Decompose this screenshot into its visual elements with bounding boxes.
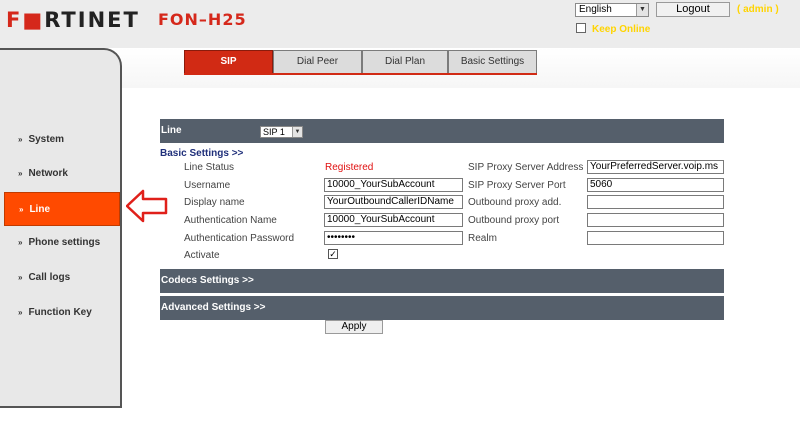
proxy-address-label: SIP Proxy Server Address [468,162,584,173]
bullet-icon: » [19,205,24,214]
tab-underline [184,73,537,75]
auth-password-label: Authentication Password [184,233,295,244]
top-header: F■RTINET FON–H25 English ▼ Logout ( admi… [0,0,800,48]
proxy-address-input[interactable]: YourPreferredServer.voip.ms [587,160,724,174]
sidebar-item-line[interactable]: » Line [4,192,120,226]
tab-dial-plan[interactable]: Dial Plan [362,50,448,73]
keep-online-checkbox[interactable] [576,23,586,33]
line-section-title: Line [161,125,182,136]
language-select[interactable]: English ▼ [575,3,649,17]
display-name-input[interactable]: YourOutboundCallerIDName [324,195,463,209]
bullet-icon: » [18,273,23,282]
bullet-icon: » [18,169,23,178]
sidebar-item-call-logs[interactable]: » Call logs [4,263,122,293]
tab-basic-settings[interactable]: Basic Settings [448,50,537,73]
activate-label: Activate [184,250,220,261]
outbound-proxy-port-input[interactable] [587,213,724,227]
realm-input[interactable] [587,231,724,245]
sidebar-item-network[interactable]: » Network [4,159,122,189]
line-section-header: Line [160,119,724,143]
activate-checkbox[interactable]: ✓ [328,249,338,259]
sidebar-item-phone-settings[interactable]: » Phone settings [4,228,122,258]
arrow-left-icon [126,189,168,223]
realm-label: Realm [468,233,497,244]
tab-sip[interactable]: SIP [184,50,273,73]
line-status-label: Line Status [184,162,235,173]
chevron-down-icon: ▼ [636,4,648,16]
tab-dial-peer[interactable]: Dial Peer [273,50,362,73]
proxy-port-input[interactable]: 5060 [587,178,724,192]
fortinet-logo: F■RTINET [6,8,140,32]
line-select[interactable]: SIP 1 ▼ [260,126,303,138]
auth-password-input[interactable]: •••••••• [324,231,463,245]
device-model: FON–H25 [158,10,247,29]
line-status-value: Registered [325,162,374,173]
keep-online-label: Keep Online [592,24,651,35]
proxy-port-label: SIP Proxy Server Port [468,180,566,191]
apply-button[interactable]: Apply [325,320,383,334]
keep-online-option[interactable]: Keep Online [576,23,650,35]
username-label: Username [184,180,231,191]
line-select-value: SIP 1 [263,127,285,137]
logout-button[interactable]: Logout [656,2,730,17]
sidebar: » System » Network » Line » Phone settings »… [0,48,122,408]
display-name-label: Display name [184,197,245,208]
language-value: English [579,4,612,15]
bullet-icon: » [18,308,23,317]
basic-settings-toggle[interactable]: Basic Settings >> [160,148,243,159]
auth-name-input[interactable]: 10000_YourSubAccount [324,213,463,227]
bullet-icon: » [18,238,23,247]
outbound-proxy-add-label: Outbound proxy add. [468,197,562,208]
outbound-proxy-port-label: Outbound proxy port [468,215,560,226]
sidebar-item-system[interactable]: » System [4,125,122,155]
current-user: ( admin ) [737,4,779,15]
codecs-settings-toggle[interactable]: Codecs Settings >> [160,269,724,293]
advanced-settings-toggle[interactable]: Advanced Settings >> [160,296,724,320]
username-input[interactable]: 10000_YourSubAccount [324,178,463,192]
chevron-down-icon: ▼ [292,127,302,137]
sidebar-item-function-key[interactable]: » Function Key [4,298,122,328]
bullet-icon: » [18,135,23,144]
auth-name-label: Authentication Name [184,215,277,226]
outbound-proxy-add-input[interactable] [587,195,724,209]
